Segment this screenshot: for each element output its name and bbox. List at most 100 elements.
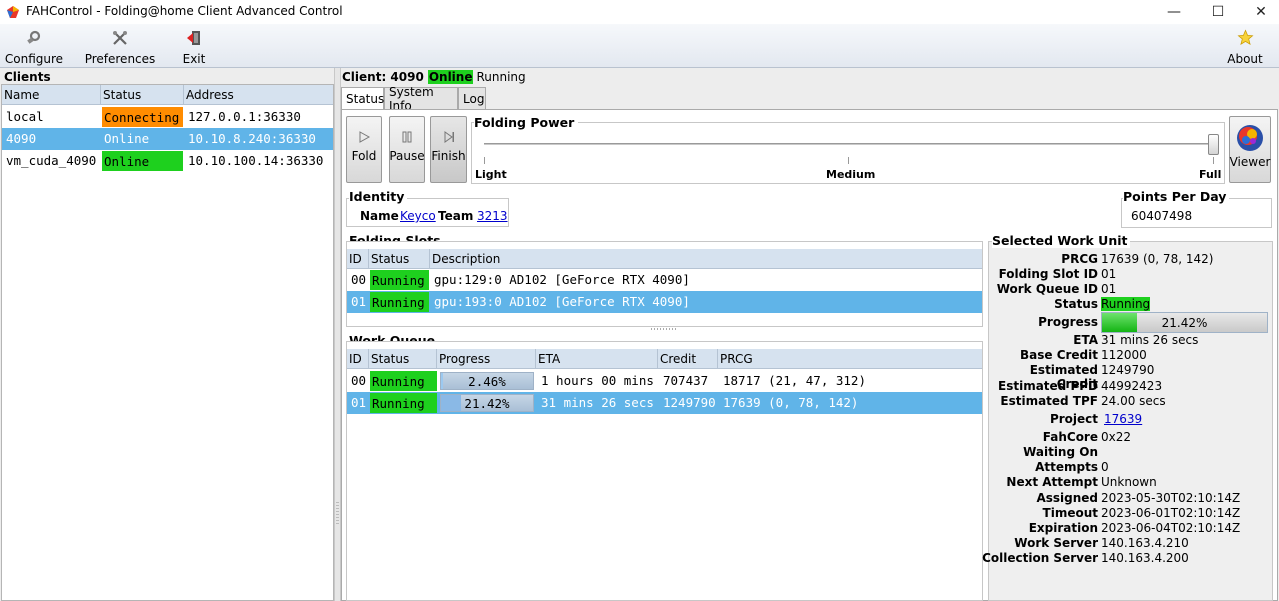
- swu-prcg-value: 17639 (0, 78, 142): [1101, 252, 1214, 266]
- queue-status: Running: [370, 371, 437, 391]
- fah-app-icon: [7, 6, 19, 18]
- client-header-name: Client: 4090: [342, 70, 424, 84]
- client-running-status: Running: [476, 70, 526, 84]
- finish-button[interactable]: Finish: [430, 116, 467, 183]
- about-label: About: [1227, 52, 1263, 66]
- identity-title: Identity: [349, 189, 408, 204]
- queue-prcg: 17639 (0, 78, 142): [723, 395, 859, 410]
- swu-next-attempt-value: Unknown: [1101, 475, 1157, 489]
- slots-col-description[interactable]: Description: [432, 252, 500, 266]
- client-row[interactable]: 4090 Online 10.10.8.240:36330: [2, 128, 333, 150]
- power-slider-handle[interactable]: [1208, 134, 1219, 155]
- swu-progress-label: Progress: [1038, 315, 1098, 329]
- swu-next-attempt-label: Next Attempt: [1006, 475, 1098, 489]
- swu-prcg-label: PRCG: [1061, 252, 1098, 266]
- power-slider-track[interactable]: [484, 143, 1218, 145]
- slot-status: Running: [370, 270, 429, 290]
- power-tick-light: [484, 157, 485, 164]
- swu-est-tpf-value: 24.00 secs: [1101, 394, 1166, 408]
- client-status: Online: [102, 151, 183, 171]
- swu-work-server-label: Work Server: [1014, 536, 1098, 550]
- minimize-button[interactable]: —: [1152, 0, 1196, 24]
- client-name: vm_cuda_4090: [6, 153, 97, 168]
- swu-waiting-label: Waiting On: [1023, 445, 1098, 459]
- slot-row[interactable]: 01 Running gpu:193:0 AD102 [GeForce RTX …: [347, 291, 982, 313]
- configure-button[interactable]: Configure: [4, 24, 64, 68]
- window-title: FAHControl - Folding@home Client Advance…: [26, 4, 343, 18]
- close-button[interactable]: ✕: [1239, 0, 1279, 24]
- tab-status[interactable]: Status: [341, 87, 384, 110]
- queue-row[interactable]: 01 Running 21.42% 31 mins 26 secs 124979…: [347, 392, 982, 414]
- tab-system-info[interactable]: System Info: [384, 85, 458, 113]
- exit-button[interactable]: Exit: [176, 24, 212, 68]
- swu-est-tpf-label: Estimated TPF: [1000, 394, 1098, 408]
- swu-expiration-label: Expiration: [1028, 521, 1098, 535]
- toolbar: Configure Preferences Exit About: [0, 24, 1279, 68]
- queue-col-id[interactable]: ID: [349, 352, 362, 366]
- queue-status: Running: [370, 393, 437, 413]
- queue-col-eta[interactable]: ETA: [538, 352, 560, 366]
- swu-est-ppd-value: 44992423: [1101, 379, 1163, 393]
- about-button[interactable]: About: [1224, 24, 1266, 68]
- ppd-value: 60407498: [1131, 209, 1193, 223]
- maximize-button[interactable]: ☐: [1196, 0, 1240, 24]
- exit-icon: [187, 30, 200, 45]
- pause-button[interactable]: Pause: [389, 116, 425, 183]
- swu-attempts-label: Attempts: [1035, 460, 1098, 474]
- slot-description: gpu:193:0 AD102 [GeForce RTX 4090]: [434, 294, 690, 309]
- swu-fahcore-label: FahCore: [1042, 430, 1098, 444]
- queue-progress-text: 2.46%: [468, 374, 506, 389]
- work-queue-table: ID Status Progress ETA Credit PRCG 00 Ru…: [346, 341, 983, 601]
- slots-queue-splitter-grip[interactable]: [651, 328, 677, 330]
- fold-button[interactable]: Fold: [346, 116, 382, 183]
- slot-row[interactable]: 00 Running gpu:129:0 AD102 [GeForce RTX …: [347, 269, 982, 291]
- column-name[interactable]: Name: [4, 88, 39, 102]
- identity-team-link[interactable]: 3213: [477, 209, 508, 223]
- client-address: 10.10.8.240:36330: [188, 131, 316, 146]
- power-medium-label: Medium: [826, 168, 876, 181]
- splitter-grip[interactable]: [336, 502, 339, 526]
- client-address: 10.10.100.14:36330: [188, 153, 324, 168]
- client-row[interactable]: vm_cuda_4090 Online 10.10.100.14:36330: [2, 150, 333, 172]
- client-header: Client: 4090 Online Running: [342, 70, 526, 84]
- queue-col-credit[interactable]: Credit: [660, 352, 696, 366]
- swu-collection-server-label: Collection Server: [982, 551, 1098, 565]
- title-bar: FAHControl - Folding@home Client Advance…: [0, 0, 1279, 24]
- queue-col-progress[interactable]: Progress: [439, 352, 490, 366]
- swu-fahcore-value: 0x22: [1101, 430, 1132, 444]
- client-row[interactable]: local Connecting 127.0.0.1:36330: [2, 106, 333, 128]
- queue-credit: 1249790: [663, 395, 716, 410]
- folding-slots-table: ID Status Description 00 Running gpu:129…: [346, 241, 983, 327]
- slots-col-id[interactable]: ID: [349, 252, 362, 266]
- swu-status-label: Status: [1054, 297, 1098, 311]
- selected-work-unit-title: Selected Work Unit: [992, 233, 1131, 248]
- pause-icon: [402, 131, 412, 143]
- clients-title: Clients: [4, 70, 51, 84]
- queue-row[interactable]: 00 Running 2.46% 1 hours 00 mins 707437 …: [347, 370, 982, 392]
- slots-col-status[interactable]: Status: [371, 252, 409, 266]
- queue-col-prcg[interactable]: PRCG: [720, 352, 753, 366]
- client-name: local: [6, 109, 44, 124]
- slot-status: Running: [370, 292, 429, 312]
- swu-base-credit-label: Base Credit: [1019, 348, 1098, 362]
- swu-progress-bar: 21.42%: [1101, 312, 1268, 333]
- queue-progress-text: 21.42%: [464, 396, 510, 411]
- queue-progress-bar: 2.46%: [440, 372, 534, 390]
- swu-project-link[interactable]: 17639: [1104, 412, 1142, 426]
- clients-header: Name Status Address: [2, 85, 333, 105]
- pane-splitter[interactable]: [334, 68, 341, 601]
- identity-name-link[interactable]: Keyco: [400, 209, 436, 223]
- viewer-button[interactable]: Viewer: [1229, 116, 1271, 183]
- preferences-button[interactable]: Preferences: [84, 24, 156, 68]
- swu-queue-label: Work Queue ID: [996, 282, 1098, 296]
- column-address[interactable]: Address: [186, 88, 234, 102]
- tab-log[interactable]: Log: [458, 87, 486, 109]
- swu-timeout-value: 2023-06-01T02:10:14Z: [1101, 506, 1241, 520]
- swu-timeout-label: Timeout: [1042, 506, 1098, 520]
- queue-col-status[interactable]: Status: [371, 352, 409, 366]
- column-status[interactable]: Status: [103, 88, 141, 102]
- client-status: Connecting: [102, 107, 183, 127]
- swu-slot-label: Folding Slot ID: [998, 267, 1098, 281]
- viewer-label: Viewer: [1229, 155, 1271, 169]
- queue-id: 00: [351, 373, 367, 388]
